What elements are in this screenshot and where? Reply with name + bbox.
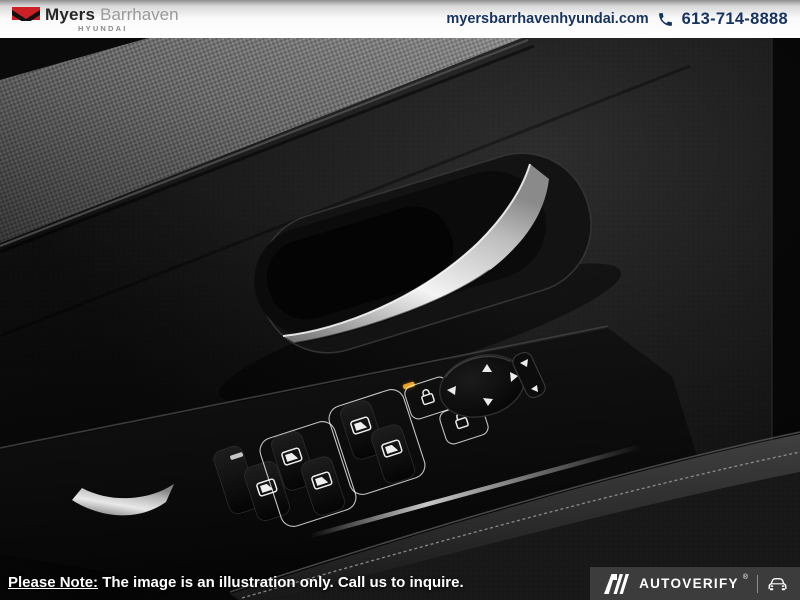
registered-trademark: ® [743,574,748,581]
dealer-logo[interactable]: Myers Barrhaven HYUNDAI [12,6,179,33]
vehicle-door-panel-photo [0,38,800,600]
dealer-brand: HYUNDAI [78,25,179,33]
disclaimer-label: Please Note: [8,574,98,591]
dealer-name: Myers [45,6,95,23]
car-icon [767,576,788,591]
autoverify-label: AUTOVERIFY [639,576,739,591]
website-link[interactable]: myersbarrhavenhyundai.com [446,11,648,27]
dealer-header: Myers Barrhaven HYUNDAI myersbarrhavenhy… [0,0,800,38]
disclaimer-note: Please Note: The image is an illustratio… [8,574,464,591]
disclaimer-text: The image is an illustration only. Call … [98,574,464,591]
myers-chevron-icon [12,7,40,21]
header-contact: myersbarrhavenhyundai.com 613-714-8888 [446,10,788,29]
phone-number[interactable]: 613-714-8888 [682,10,788,29]
autoverify-logo-icon [604,574,630,594]
badge-divider [757,575,758,593]
autoverify-badge[interactable]: AUTOVERIFY ® [590,567,800,600]
dealer-location: Barrhaven [100,6,178,23]
phone-icon [657,11,674,28]
